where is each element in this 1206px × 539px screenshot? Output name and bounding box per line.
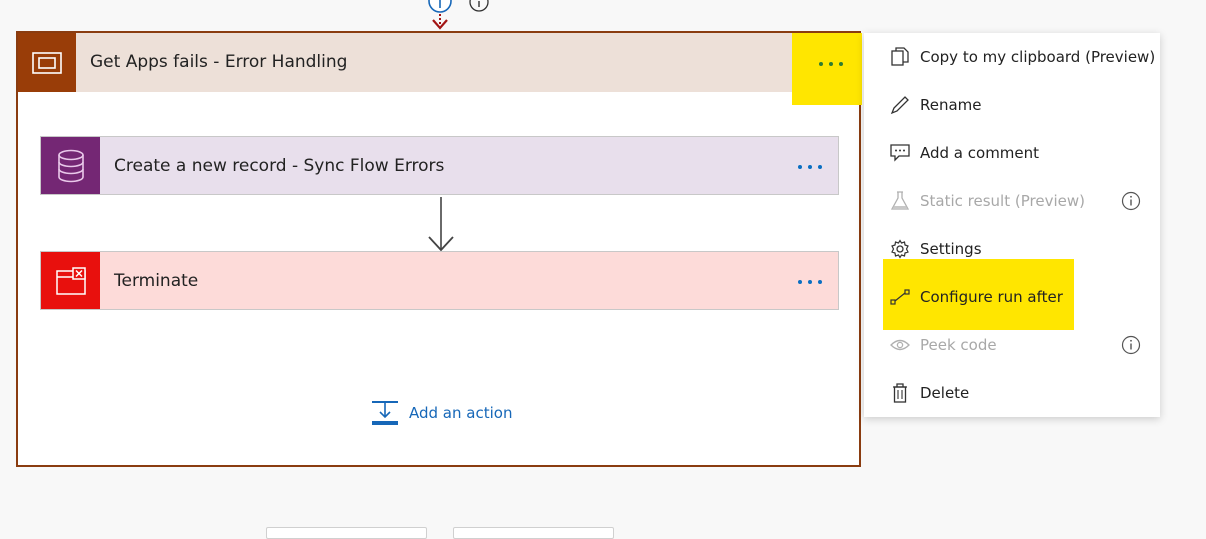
scope-icon [32,51,62,74]
scope-title: Get Apps fails - Error Handling [90,52,348,72]
run-after-icon [890,287,910,307]
more-options-highlight [792,33,862,105]
save-button[interactable] [453,527,614,539]
arrow-down-icon [428,197,454,252]
pencil-icon [890,95,910,115]
menu-item-label: Configure run after [920,288,1063,306]
menu-item-label: Add a comment [920,144,1040,162]
scope-icon [18,33,76,92]
action-title: Terminate [114,271,199,291]
action-card-terminate[interactable]: Terminate [40,251,839,310]
copy-icon [890,47,910,67]
menu-item-configure-run-after[interactable]: Configure run after [864,273,1160,321]
menu-item-add-comment[interactable]: Add a comment [864,129,1160,177]
menu-item-copy[interactable]: Copy to my clipboard (Preview) [864,33,1160,81]
insert-step-icon[interactable] [425,0,455,32]
menu-item-label: Rename [920,96,982,114]
menu-item-label: Peek code [920,336,997,354]
ellipsis-icon[interactable] [798,280,822,284]
info-icon[interactable] [1121,191,1141,211]
context-menu: Copy to my clipboard (Preview) Rename Ad… [864,33,1160,417]
menu-item-static-result: Static result (Preview) [864,177,1160,225]
menu-item-label: Delete [920,384,970,402]
ellipsis-icon[interactable] [798,165,822,169]
action-card-create-record[interactable]: Create a new record - Sync Flow Errors [40,136,839,195]
info-icon[interactable] [468,0,490,14]
add-action-button[interactable]: Add an action [371,398,512,428]
database-icon [41,137,100,194]
scope-card: Get Apps fails - Error Handling Create a… [16,31,862,467]
comment-icon [890,143,910,163]
terminate-icon [41,252,100,309]
menu-item-label: Copy to my clipboard (Preview) [920,48,1156,66]
menu-item-label: Settings [920,240,982,258]
add-action-icon [372,401,398,425]
trash-icon [890,383,910,403]
menu-item-delete[interactable]: Delete [864,369,1160,417]
flask-icon [890,191,910,211]
ellipsis-icon[interactable] [819,62,843,66]
action-title: Create a new record - Sync Flow Errors [114,156,445,176]
menu-item-label: Static result (Preview) [920,192,1085,210]
add-action-label: Add an action [409,404,513,422]
scope-header[interactable]: Get Apps fails - Error Handling [18,33,862,105]
eye-icon [890,335,910,355]
gear-icon [890,239,910,259]
info-icon[interactable] [1121,335,1141,355]
new-step-button[interactable] [266,527,427,539]
menu-item-rename[interactable]: Rename [864,81,1160,129]
